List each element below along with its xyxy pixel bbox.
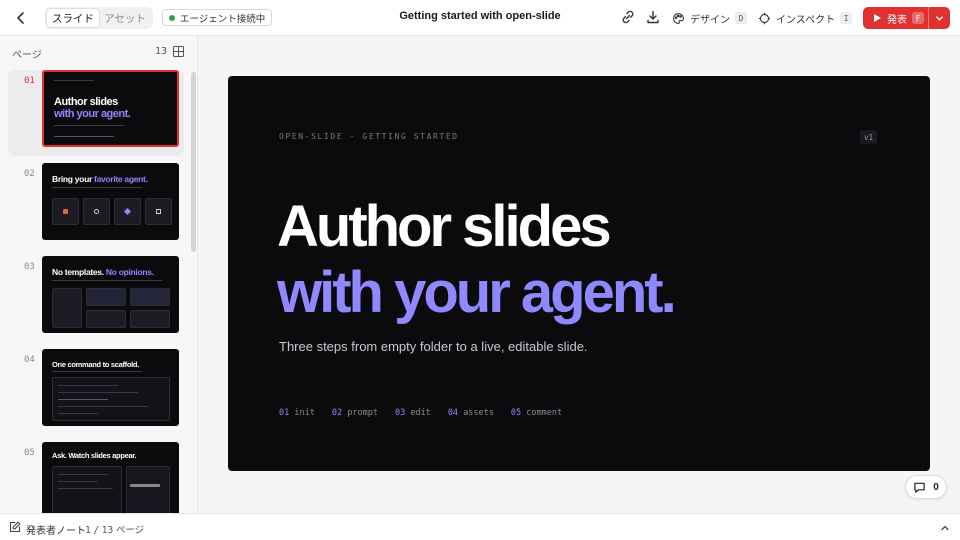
inspect-label: インスペクト: [776, 14, 836, 26]
inspect-button[interactable]: インスペクト I: [758, 9, 853, 27]
thumbnail-number: 05: [24, 448, 35, 458]
thumb-subtitle: [52, 371, 142, 372]
sidebar-scrollbar[interactable]: [191, 72, 196, 252]
thumb-panel: [86, 288, 126, 306]
thumb-code-line: [58, 413, 98, 414]
thumbnail-preview: Bring your favorite agent.: [42, 163, 179, 240]
thumb-code-line: [58, 481, 98, 482]
page-count: 13: [155, 46, 168, 57]
slide-thumbnail[interactable]: 02 Bring your favorite agent.: [8, 163, 184, 249]
thumb-preview-title: [130, 484, 160, 487]
design-shortcut: D: [735, 12, 747, 24]
thumb-code-line: [58, 392, 138, 393]
step-item: 03 edit: [394, 408, 431, 418]
slide-subtitle: Three steps from empty folder to a live,…: [279, 339, 588, 354]
thumb-steps: [54, 136, 114, 137]
thumb-title: Ask. Watch slides appear.: [52, 451, 137, 460]
back-chevron-icon[interactable]: [12, 9, 30, 27]
document-title: Getting started with open-slide: [399, 10, 561, 22]
bottom-bar: 発表者ノート 1 / 13 ページ: [0, 513, 960, 540]
thumb-code-line: [58, 406, 148, 407]
thumb-panel: [130, 288, 170, 306]
speaker-notes-toggle[interactable]: 発表者ノート: [26, 522, 86, 537]
thumbnail-preview: Author slides with your agent.: [42, 70, 179, 147]
thumb-panel: [86, 310, 126, 328]
page-indicator: 1 / 13 ページ: [85, 525, 145, 536]
grid-view-icon[interactable]: [173, 46, 184, 57]
present-button[interactable]: 発表 F: [863, 7, 950, 29]
thumb-title: Bring your favorite agent.: [52, 174, 148, 184]
present-shortcut: F: [912, 12, 924, 24]
design-label: デザイン: [690, 14, 730, 26]
comment-icon: [914, 482, 925, 493]
tab-assets[interactable]: アセット: [99, 9, 151, 27]
slide-thumbnail[interactable]: 05 Ask. Watch slides appear.: [8, 442, 184, 513]
agent-logo-icon: [94, 209, 99, 214]
thumb-subtitle: [52, 187, 142, 188]
slide-title-line1: Author slides: [277, 194, 612, 259]
slide-title-line2: with your agent.: [277, 260, 677, 325]
slide-thumbnail[interactable]: 01 Author slides with your agent.: [8, 70, 184, 156]
connected-dot-icon: [169, 14, 175, 21]
thumb-code-line: [58, 385, 118, 386]
thumbnail-number: 04: [24, 355, 35, 365]
thumbnail-preview: One command to scaffold.: [42, 349, 179, 426]
pages-header: ページ: [12, 50, 42, 61]
chevron-down-icon: [936, 15, 943, 21]
tab-slides[interactable]: スライド: [47, 9, 99, 27]
agent-logo-icon: [63, 209, 68, 214]
comments-button[interactable]: 0: [905, 475, 947, 499]
thumb-title: Author slides with your agent.: [54, 96, 131, 121]
step-list: 01 init 02 prompt 03 edit 04 assets 05 c…: [279, 408, 562, 418]
agent-status-badge: エージェント接続中: [162, 9, 273, 26]
crosshair-icon: [758, 12, 771, 24]
present-options-button[interactable]: [929, 14, 950, 23]
thumb-code-line: [58, 474, 108, 475]
pages-sidebar: ページ 13 01 Author slides with your agent. …: [0, 36, 198, 513]
thumb-panel: [52, 288, 82, 328]
step-item: 01 init: [279, 408, 315, 418]
current-slide[interactable]: OPEN-SLIDE · GETTING STARTED v1 Author s…: [228, 76, 930, 471]
thumb-title: One command to scaffold.: [52, 360, 139, 369]
chevron-up-icon[interactable]: [939, 522, 951, 534]
agent-status-label: エージェント接続中: [180, 13, 266, 25]
link-icon[interactable]: [620, 9, 636, 25]
top-bar: スライド アセット エージェント接続中 Getting started with…: [0, 0, 960, 36]
slide-thumbnail[interactable]: 03 No templates. No opinions.: [8, 256, 184, 342]
thumb-preview-pane: [126, 466, 170, 513]
thumbnail-number: 01: [24, 76, 35, 86]
slide-thumbnail[interactable]: 04 One command to scaffold.: [8, 349, 184, 435]
step-item: 04 assets: [447, 408, 494, 418]
thumb-title: No templates. No opinions.: [52, 267, 154, 277]
view-tabs: スライド アセット: [45, 7, 153, 29]
agent-logo-icon: [156, 209, 161, 214]
thumbnail-preview: No templates. No opinions.: [42, 256, 179, 333]
thumb-code-line: [58, 488, 113, 489]
thumbnail-number: 03: [24, 262, 35, 272]
thumbnail-number: 02: [24, 169, 35, 179]
thumbnail-preview: Ask. Watch slides appear.: [42, 442, 179, 513]
slide-canvas: OPEN-SLIDE · GETTING STARTED v1 Author s…: [198, 36, 960, 513]
thumb-panel: [130, 310, 170, 328]
download-icon[interactable]: [645, 9, 661, 25]
inspect-shortcut: I: [840, 12, 853, 24]
step-item: 02 prompt: [331, 408, 378, 418]
slide-kicker: OPEN-SLIDE · GETTING STARTED: [279, 132, 459, 141]
play-icon: [874, 14, 881, 22]
comments-count: 0: [933, 481, 939, 493]
present-main[interactable]: 発表 F: [863, 7, 929, 29]
thumb-subtitle: [54, 125, 124, 126]
present-label: 発表: [887, 14, 907, 26]
palette-icon: [673, 12, 684, 24]
design-button[interactable]: デザイン D: [672, 9, 747, 27]
edit-note-icon[interactable]: [9, 521, 21, 533]
thumb-subtitle: [52, 280, 162, 281]
thumb-kicker: [54, 80, 94, 81]
version-badge: v1: [860, 130, 878, 144]
thumb-code-line: [58, 399, 108, 400]
step-item: 05 comment: [510, 408, 563, 418]
